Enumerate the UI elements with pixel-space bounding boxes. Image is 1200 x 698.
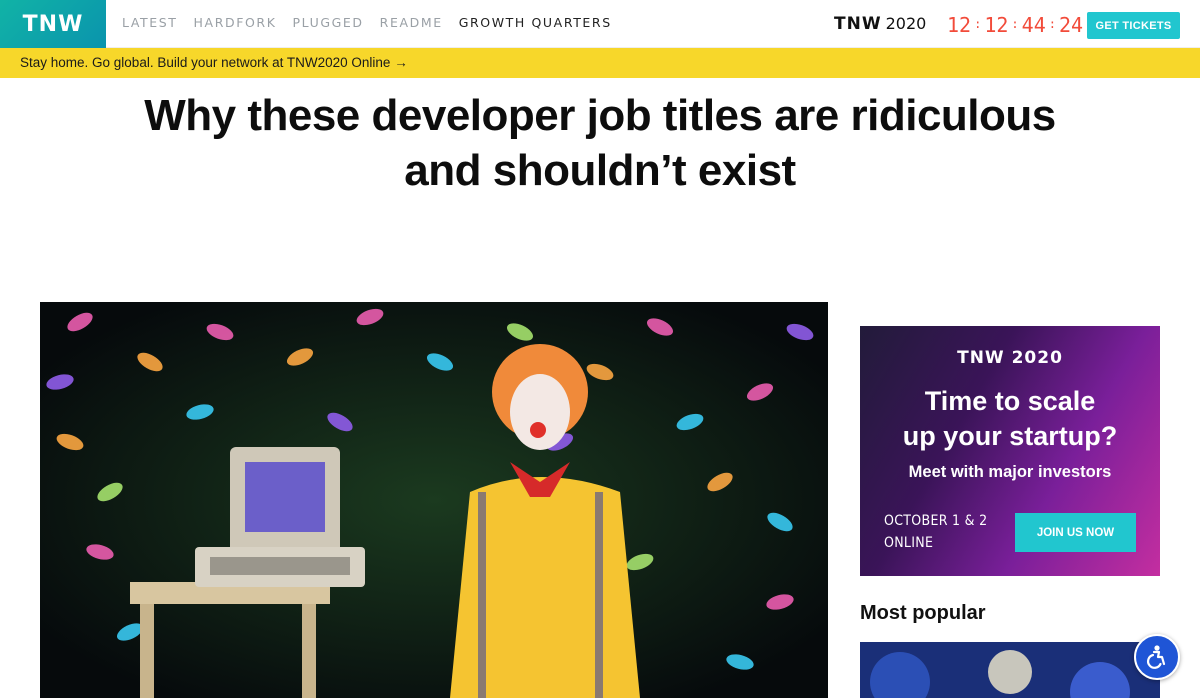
get-tickets-button[interactable]: GET TICKETS	[1087, 12, 1180, 39]
ad-brand: TNW 2020	[957, 348, 1063, 368]
ad-date: OCTOBER 1 & 2 ONLINE	[884, 510, 994, 554]
accessibility-button[interactable]	[1134, 634, 1180, 680]
most-popular-heading: Most popular	[860, 602, 986, 624]
logo-text: TNW	[22, 11, 84, 37]
nav-item-readme[interactable]: README	[380, 15, 443, 30]
nav-item-latest[interactable]: LATEST	[122, 15, 178, 30]
ad-headline-line-1: Time to scale	[924, 386, 1096, 416]
hero-image	[40, 302, 828, 698]
ad-date-line-1: OCTOBER 1 & 2	[884, 513, 988, 529]
ad-headline: Time to scale up your startup?	[860, 384, 1160, 454]
promo-banner-link[interactable]: Stay home. Go global. Build your network…	[20, 55, 408, 70]
clown-developer-image	[40, 302, 828, 698]
tnw2020-link[interactable]: TNW 2020	[834, 14, 926, 34]
countdown-hours: 12	[984, 13, 1009, 37]
tnw2020-ad[interactable]: TNW 2020 Time to scale up your startup? …	[860, 326, 1160, 576]
countdown-separator: :	[1048, 17, 1056, 31]
nav-item-plugged[interactable]: PLUGGED	[293, 15, 364, 30]
countdown-separator: :	[1011, 17, 1019, 31]
tnw-logo[interactable]: TNW	[0, 0, 106, 48]
nav-item-hardfork[interactable]: HARDFORK	[194, 15, 277, 30]
ad-headline-line-2: up your startup?	[902, 421, 1118, 451]
countdown-timer: 12 : 12 : 44 : 24	[947, 13, 1083, 37]
promo-banner: Stay home. Go global. Build your network…	[0, 48, 1200, 78]
article-title-line-2: and shouldn’t exist	[404, 146, 796, 195]
countdown-separator: :	[974, 17, 982, 31]
countdown-seconds: 24	[1058, 13, 1084, 37]
ad-date-line-2: ONLINE	[884, 535, 934, 551]
top-navigation: TNW LATEST HARDFORK PLUGGED README GROWT…	[0, 0, 1200, 48]
event-year: 2020	[885, 14, 927, 33]
nav-item-growth-quarters[interactable]: GROWTH QUARTERS	[459, 15, 612, 30]
join-us-now-button[interactable]: JOIN US NOW	[1015, 513, 1136, 552]
event-brand: TNW	[834, 14, 882, 34]
thumbnail-image	[860, 642, 1160, 698]
most-popular-thumbnail[interactable]	[860, 642, 1160, 698]
main-nav: LATEST HARDFORK PLUGGED README GROWTH QU…	[122, 15, 612, 30]
ad-subheadline: Meet with major investors	[908, 463, 1112, 481]
accessibility-icon	[1147, 645, 1166, 669]
countdown-days: 12	[947, 13, 972, 37]
article-title: Why these developer job titles are ridic…	[60, 88, 1140, 198]
countdown-minutes: 44	[1021, 13, 1046, 37]
article-title-line-1: Why these developer job titles are ridic…	[144, 91, 1056, 140]
